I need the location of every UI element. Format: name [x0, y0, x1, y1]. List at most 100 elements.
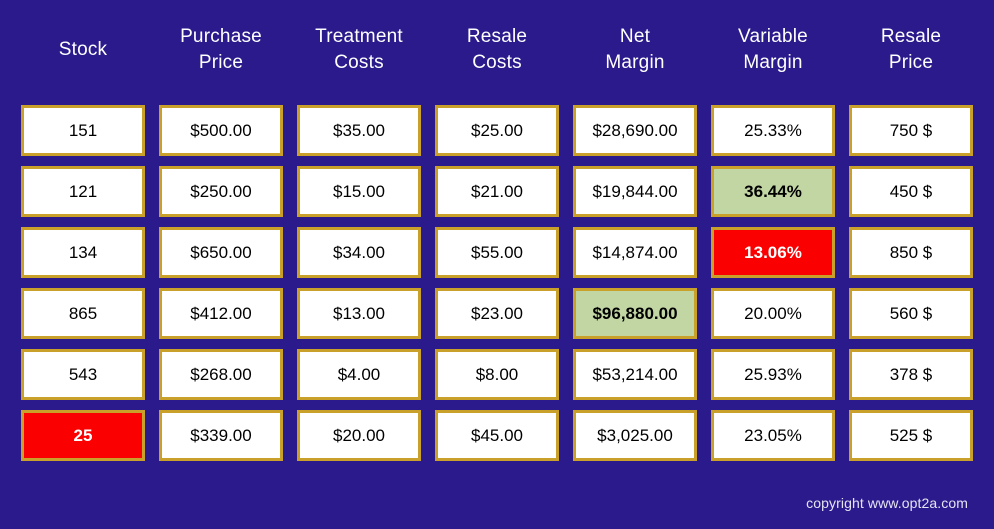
table-cell-slot: $19,844.00 [566, 161, 704, 222]
table-cell[interactable]: $8.00 [435, 349, 559, 400]
table-cell[interactable]: $412.00 [159, 288, 283, 339]
table-cell[interactable]: 25.93% [711, 349, 835, 400]
column-header: Variable Margin [738, 26, 808, 73]
table-cell-slot: 378 $ [842, 344, 980, 405]
table-cell[interactable]: 36.44% [711, 166, 835, 217]
column-header: Resale Costs [466, 26, 528, 73]
table-cell-slot: $53,214.00 [566, 344, 704, 405]
table-cell-slot: 560 $ [842, 283, 980, 344]
table-cell-slot: 525 $ [842, 405, 980, 466]
table-row: 134 $650.00 $34.00 $55.00 $14,874.00 13.06% 85… [14, 222, 980, 283]
table-cell-slot: $45.00 [428, 405, 566, 466]
table-cell[interactable]: 750 $ [849, 105, 973, 156]
table-cell[interactable]: $23.00 [435, 288, 559, 339]
table-cell-slot: 750 $ [842, 100, 980, 161]
table-cell-slot: $25.00 [428, 100, 566, 161]
table-cell[interactable]: $28,690.00 [573, 105, 697, 156]
table-cell[interactable]: 525 $ [849, 410, 973, 461]
table-cell[interactable]: $25.00 [435, 105, 559, 156]
table-cell[interactable]: 151 [21, 105, 145, 156]
table-cell[interactable]: $96,880.00 [573, 288, 697, 339]
table-cell-slot: $34.00 [290, 222, 428, 283]
table-cell[interactable]: 560 $ [849, 288, 973, 339]
table-cell[interactable]: $20.00 [297, 410, 421, 461]
table-cell[interactable]: $650.00 [159, 227, 283, 278]
table-cell-slot: $13.00 [290, 283, 428, 344]
column-header: Purchase Price [180, 26, 262, 73]
table-cell-slot: $15.00 [290, 161, 428, 222]
table-row: 25 $339.00 $20.00 $45.00 $3,025.00 23.05% 525 … [14, 405, 980, 466]
table-row: 151 $500.00 $35.00 $25.00 $28,690.00 25.33% 75… [14, 100, 980, 161]
table-cell[interactable]: $13.00 [297, 288, 421, 339]
table-cell[interactable]: $250.00 [159, 166, 283, 217]
table-cell-slot: 543 [14, 344, 152, 405]
table-cell-slot: 36.44% [704, 161, 842, 222]
table-row: 543 $268.00 $4.00 $8.00 $53,214.00 25.93% 378 … [14, 344, 980, 405]
table-cell-slot: 450 $ [842, 161, 980, 222]
table-cell[interactable]: $19,844.00 [573, 166, 697, 217]
table-cell-slot: 20.00% [704, 283, 842, 344]
table-cell[interactable]: 134 [21, 227, 145, 278]
table-cell[interactable]: 25.33% [711, 105, 835, 156]
table-cell-slot: 23.05% [704, 405, 842, 466]
table-cell[interactable]: $35.00 [297, 105, 421, 156]
column-header: Resale Price [880, 26, 942, 73]
table-cell-slot: 25 [14, 405, 152, 466]
table-row: 121 $250.00 $15.00 $21.00 $19,844.00 36.44% 45… [14, 161, 980, 222]
spreadsheet-table: Stock Purchase Price Treatment Costs Resale… [0, 0, 994, 529]
table-cell-slot: 25.33% [704, 100, 842, 161]
table-body: 151 $500.00 $35.00 $25.00 $28,690.00 25.33% 75… [0, 100, 994, 466]
table-cell-slot: $268.00 [152, 344, 290, 405]
table-cell-slot: $20.00 [290, 405, 428, 466]
table-cell[interactable]: 450 $ [849, 166, 973, 217]
table-cell-slot: $412.00 [152, 283, 290, 344]
table-cell-slot: $3,025.00 [566, 405, 704, 466]
column-header: Treatment Costs [315, 26, 403, 73]
table-cell[interactable]: $45.00 [435, 410, 559, 461]
column-header: Net Margin [605, 26, 665, 73]
table-cell[interactable]: $500.00 [159, 105, 283, 156]
table-cell-slot: $28,690.00 [566, 100, 704, 161]
table-cell-slot: $339.00 [152, 405, 290, 466]
table-row: 865 $412.00 $13.00 $23.00 $96,880.00 20.00% 56… [14, 283, 980, 344]
table-cell[interactable]: 20.00% [711, 288, 835, 339]
table-cell[interactable]: $55.00 [435, 227, 559, 278]
table-cell-slot: $500.00 [152, 100, 290, 161]
table-cell[interactable]: 13.06% [711, 227, 835, 278]
table-cell[interactable]: 378 $ [849, 349, 973, 400]
table-cell[interactable]: $21.00 [435, 166, 559, 217]
copyright-notice: copyright www.opt2a.com [806, 495, 968, 511]
table-cell-slot: 151 [14, 100, 152, 161]
table-cell[interactable]: $339.00 [159, 410, 283, 461]
table-cell[interactable]: 865 [21, 288, 145, 339]
table-cell-slot: $23.00 [428, 283, 566, 344]
table-cell-slot: $55.00 [428, 222, 566, 283]
table-header-row: Stock Purchase Price Treatment Costs Resale… [0, 0, 994, 100]
table-cell-slot: 13.06% [704, 222, 842, 283]
table-cell[interactable]: $268.00 [159, 349, 283, 400]
table-cell-slot: 134 [14, 222, 152, 283]
table-cell-slot: $35.00 [290, 100, 428, 161]
table-cell[interactable]: $15.00 [297, 166, 421, 217]
table-cell-slot: $14,874.00 [566, 222, 704, 283]
table-cell[interactable]: $14,874.00 [573, 227, 697, 278]
table-cell-slot: 865 [14, 283, 152, 344]
table-cell-slot: $96,880.00 [566, 283, 704, 344]
table-cell-slot: 25.93% [704, 344, 842, 405]
table-cell[interactable]: 543 [21, 349, 145, 400]
table-cell-slot: $21.00 [428, 161, 566, 222]
table-cell-slot: 850 $ [842, 222, 980, 283]
table-cell[interactable]: $53,214.00 [573, 349, 697, 400]
table-cell[interactable]: 25 [21, 410, 145, 461]
table-cell[interactable]: 23.05% [711, 410, 835, 461]
table-cell[interactable]: $4.00 [297, 349, 421, 400]
table-cell[interactable]: 850 $ [849, 227, 973, 278]
table-cell-slot: $250.00 [152, 161, 290, 222]
table-cell[interactable]: 121 [21, 166, 145, 217]
table-cell-slot: $4.00 [290, 344, 428, 405]
table-cell-slot: 121 [14, 161, 152, 222]
table-cell-slot: $8.00 [428, 344, 566, 405]
column-header: Stock [58, 39, 108, 60]
table-cell[interactable]: $3,025.00 [573, 410, 697, 461]
table-cell[interactable]: $34.00 [297, 227, 421, 278]
